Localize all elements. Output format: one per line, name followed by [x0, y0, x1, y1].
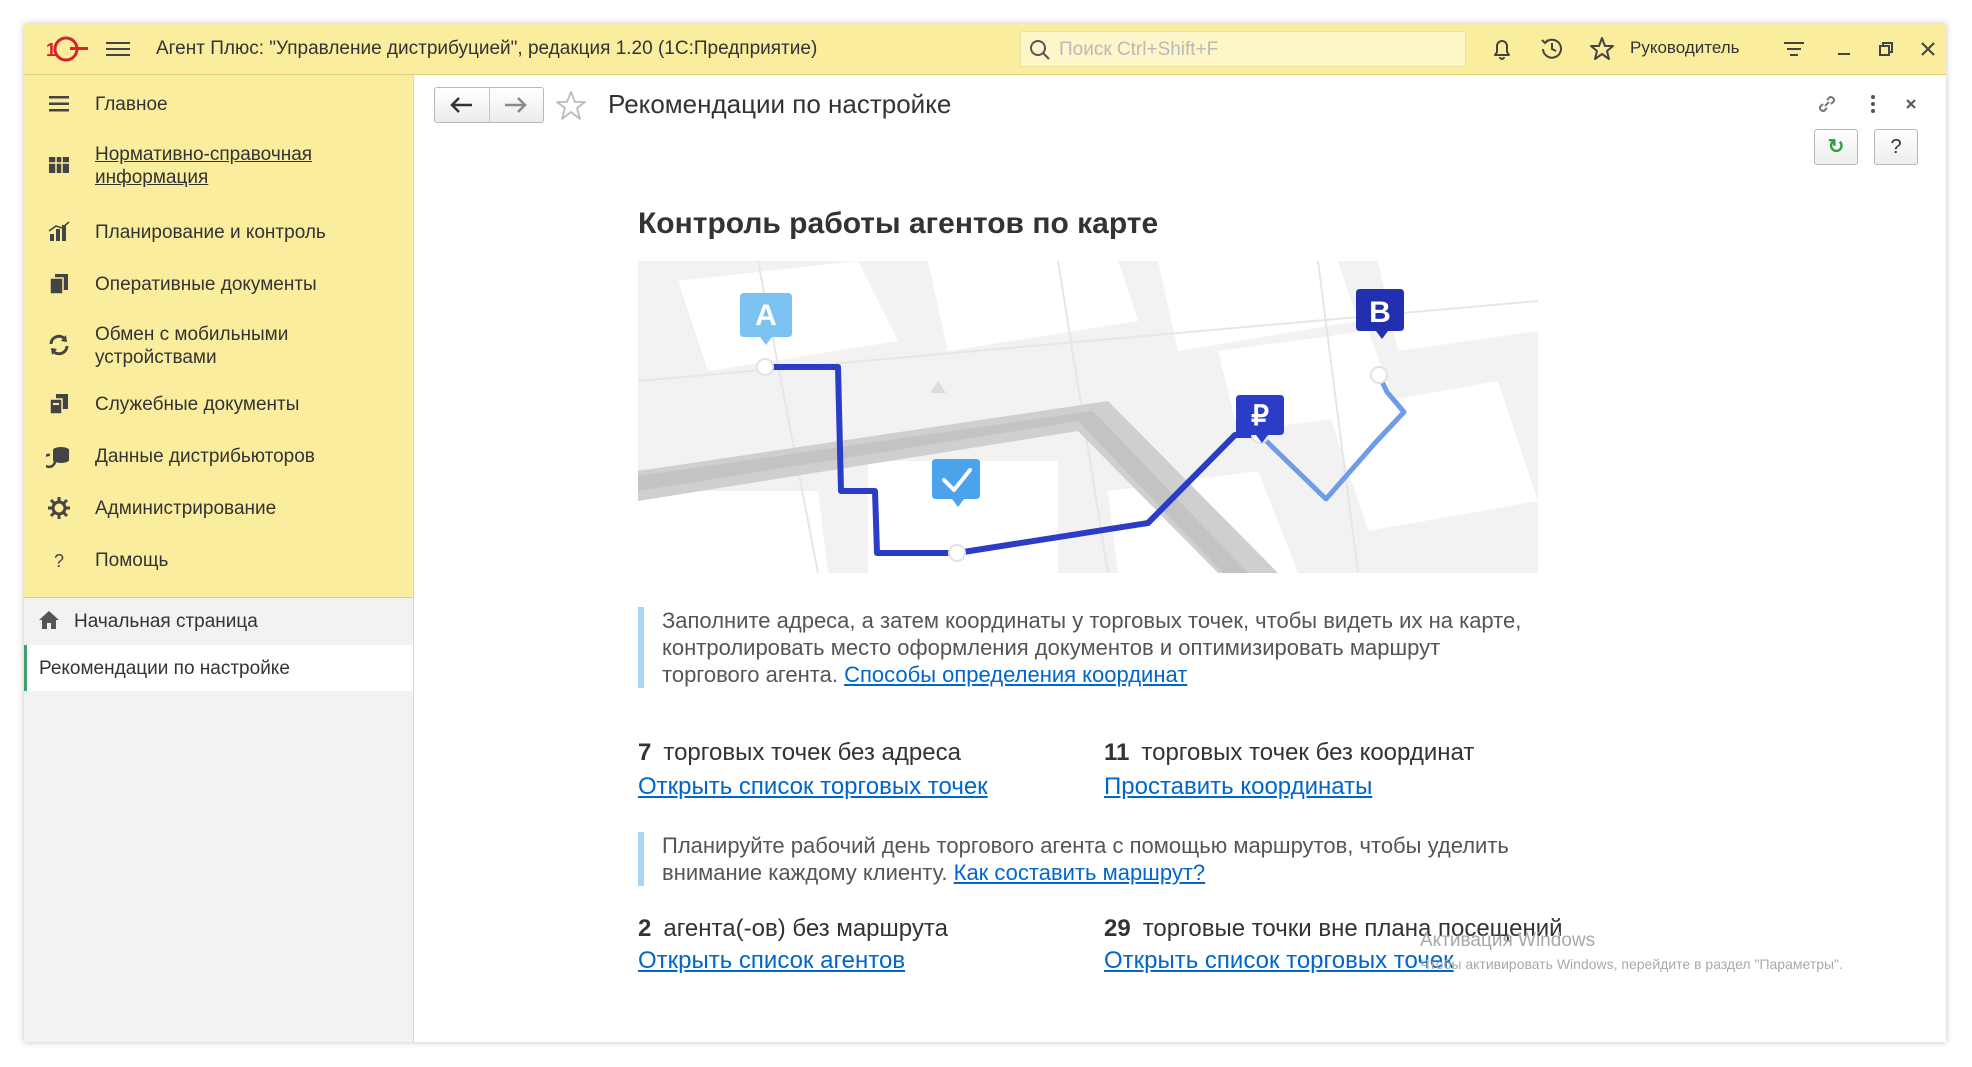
content-area: Рекомендации по настройке ↻ ? Контроль р… — [414, 75, 1946, 1042]
section-label: Служебные документы — [95, 394, 300, 415]
close-form-icon[interactable] — [1898, 91, 1924, 117]
page-title: Рекомендации по настройке — [608, 89, 952, 119]
question-icon: ? — [54, 551, 64, 571]
section-service-docs[interactable]: Служебные документы — [24, 391, 413, 421]
catalog-icon — [49, 157, 69, 173]
section-distributor-data[interactable]: Данные дистрибьюторов — [24, 443, 413, 473]
sections-panel: Главное Нормативно-справочная информация… — [24, 75, 413, 598]
section-heading: Контроль работы агентов по карте — [638, 207, 1159, 240]
stat-label: торговых точек без адреса — [663, 739, 961, 766]
section-reference-info[interactable]: Нормативно-справочная информация — [24, 141, 413, 191]
stat-count: 29 — [1104, 915, 1131, 942]
open-window-label: Начальная страница — [74, 611, 258, 632]
close-icon[interactable] — [1914, 35, 1942, 63]
gear-icon — [48, 497, 70, 519]
stat-agents-no-route: 2 агента(-ов) без маршрута — [638, 915, 948, 943]
app-title: Агент Плюс: "Управление дистрибуцией", р… — [156, 38, 818, 59]
stat-no-address: 7 торговых точек без адреса — [638, 739, 961, 767]
section-label: Оперативные документы — [95, 274, 317, 295]
stat-no-coordinates: 11 торговых точек без координат — [1104, 739, 1474, 767]
more-vertical-icon[interactable] — [1860, 91, 1886, 117]
route-help-link[interactable]: Как составить маршрут? — [954, 860, 1206, 885]
open-window-label: Рекомендации по настройке — [39, 658, 290, 679]
link-icon[interactable] — [1814, 91, 1840, 117]
title-bar: 1 Агент Плюс: "Управление дистрибуцией",… — [24, 24, 1946, 75]
user-name[interactable]: Руководитель — [1630, 38, 1740, 58]
back-arrow-icon[interactable] — [435, 88, 490, 122]
search-box[interactable] — [1020, 31, 1466, 68]
app-window: 1 Агент Плюс: "Управление дистрибуцией",… — [24, 24, 1946, 1042]
watermark-subtitle: Чтобы активировать Windows, перейдите в … — [1420, 956, 1843, 972]
section-label: Обмен с мобильными устройствами — [95, 324, 289, 368]
forward-arrow-icon[interactable] — [490, 88, 544, 122]
section-planning[interactable]: Планирование и контроль — [24, 219, 413, 249]
bar-chart-icon — [48, 221, 70, 241]
open-window-home[interactable]: Начальная страница — [24, 598, 413, 644]
route-map-illustration: A ₽ B — [638, 261, 1538, 573]
watermark-title: Активация Windows — [1420, 930, 1596, 951]
restore-icon[interactable] — [1872, 35, 1900, 63]
history-icon[interactable] — [1538, 35, 1566, 63]
coordinates-help-link[interactable]: Способы определения координат — [844, 662, 1187, 687]
section-label: Планирование и контроль — [95, 222, 326, 243]
help-button[interactable]: ? — [1874, 129, 1918, 165]
stat-label: агента(-ов) без маршрута — [663, 915, 948, 942]
minimize-icon[interactable] — [1830, 35, 1858, 63]
sidebar: Главное Нормативно-справочная информация… — [24, 75, 414, 1042]
routes-note: Планируйте рабочий день торгового агента… — [638, 832, 1522, 886]
section-label: Помощь — [95, 550, 169, 571]
service-documents-icon — [49, 394, 68, 415]
documents-icon — [49, 274, 68, 295]
distributor-data-icon — [46, 447, 69, 469]
1c-logo: 1 — [46, 36, 88, 62]
open-window-recommendations[interactable]: Рекомендации по настройке — [24, 645, 413, 691]
stat-count: 7 — [638, 739, 652, 766]
bell-icon[interactable] — [1488, 35, 1516, 63]
navigation-buttons — [434, 87, 544, 123]
marker-a-label: A — [755, 299, 777, 332]
set-coordinates-link[interactable]: Проставить координаты — [1104, 773, 1372, 801]
section-label: Администрирование — [95, 498, 277, 519]
section-mobile-exchange[interactable]: Обмен с мобильными устройствами — [24, 321, 413, 371]
open-outlets-list-link-2[interactable]: Открыть список торговых точек — [1104, 947, 1454, 975]
search-input[interactable] — [1057, 32, 1461, 68]
refresh-button[interactable]: ↻ — [1814, 129, 1858, 165]
section-label: Главное — [95, 94, 168, 115]
coordinates-note: Заполните адреса, а затем координаты у т… — [638, 607, 1522, 688]
vertical-scrollbar[interactable] — [1944, 171, 1946, 1021]
open-agents-list-link[interactable]: Открыть список агентов — [638, 947, 905, 975]
favorite-star-icon[interactable] — [554, 89, 588, 123]
sync-icon — [49, 334, 69, 356]
section-main[interactable]: Главное — [24, 91, 413, 121]
section-operational-docs[interactable]: Оперативные документы — [24, 271, 413, 301]
svg-text:1: 1 — [46, 40, 56, 60]
stat-count: 2 — [638, 915, 652, 942]
stat-count: 11 — [1104, 739, 1130, 766]
search-icon — [1030, 40, 1050, 60]
open-outlets-list-link[interactable]: Открыть список торговых точек — [638, 773, 988, 801]
section-label: Данные дистрибьюторов — [95, 446, 315, 467]
star-icon[interactable] — [1588, 35, 1616, 63]
main-menu-icon[interactable] — [106, 38, 130, 60]
marker-ruble-label: ₽ — [1251, 400, 1269, 431]
menu-lines-icon — [49, 96, 69, 112]
section-help[interactable]: ? Помощь — [24, 547, 413, 577]
stat-label: торговых точек без координат — [1141, 739, 1475, 766]
windows-activation-watermark: Активация Windows Чтобы активировать Win… — [1420, 930, 1843, 972]
home-icon — [39, 611, 59, 629]
section-label: Нормативно-справочная информация — [95, 144, 313, 188]
functions-menu-icon[interactable] — [1780, 35, 1808, 63]
marker-b-label: B — [1369, 296, 1391, 329]
svg-text:?: ? — [54, 551, 64, 571]
section-administration[interactable]: Администрирование — [24, 495, 413, 525]
